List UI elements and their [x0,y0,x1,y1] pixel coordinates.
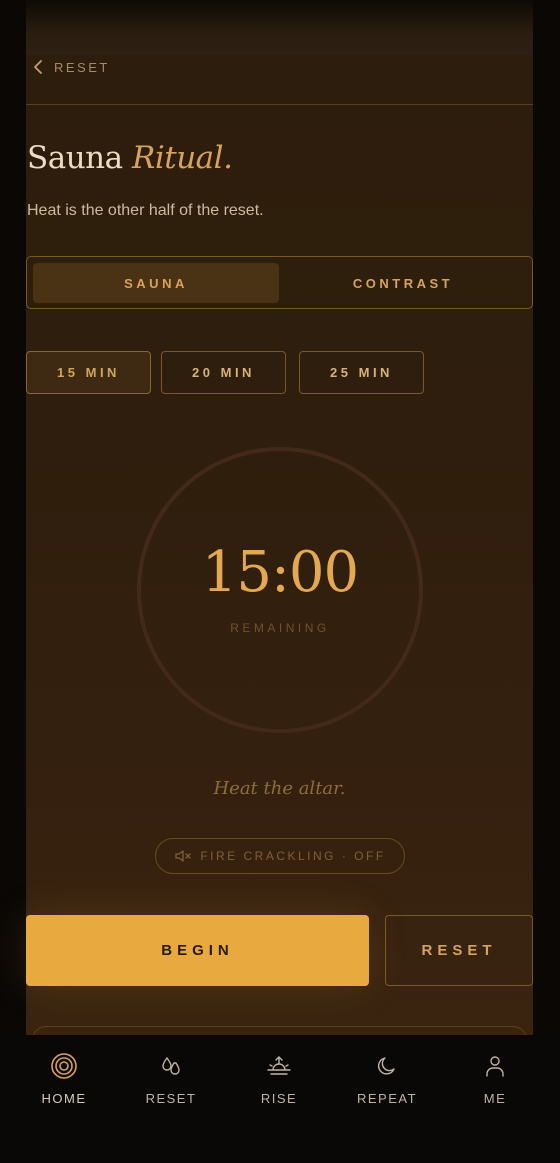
back-label: RESET [54,59,110,75]
person-icon [480,1051,510,1081]
timer-value: 15:00 [201,540,359,605]
mode-toggle: SAUNA CONTRAST [26,256,533,309]
moon-icon [372,1051,402,1081]
timer-label: REMAINING [230,621,330,635]
nav-item-me[interactable]: ME [450,1051,540,1106]
session-prompt: Heat the altar. [213,778,346,799]
concentric-circles-icon [49,1051,79,1081]
duration-15-button[interactable]: 15 MIN [26,351,151,394]
mode-option-contrast[interactable]: CONTRAST [280,263,526,303]
chevron-left-icon [34,60,42,74]
nav-item-repeat[interactable]: REPEAT [342,1051,432,1106]
nav-label-home: HOME [41,1091,87,1106]
right-gutter [533,0,560,1163]
back-button[interactable]: RESET [32,58,110,76]
sound-toggle[interactable]: FIRE CRACKLING · OFF [155,838,405,874]
nav-item-home[interactable]: HOME [19,1051,109,1106]
sunrise-icon [264,1051,294,1081]
title-accent: Ritual. [132,140,233,176]
reset-button[interactable]: RESET [385,915,533,986]
page-title: Sauna Ritual. [27,140,233,176]
nav-item-rise[interactable]: RISE [234,1051,324,1106]
nav-label-repeat: REPEAT [356,1091,418,1106]
duration-20-button[interactable]: 20 MIN [161,351,286,394]
bottom-nav: HOME RESET RISE REPEAT ME [0,1035,560,1163]
sound-label: FIRE CRACKLING · OFF [200,849,386,863]
duration-25-button[interactable]: 25 MIN [299,351,424,394]
page-subtitle: Heat is the other half of the reset. [27,202,264,219]
left-gutter [0,0,26,1163]
nav-label-reset: RESET [145,1091,197,1106]
mode-option-sauna[interactable]: SAUNA [33,263,279,303]
title-plain: Sauna [27,140,123,176]
nav-label-me: ME [483,1091,507,1106]
nav-item-reset[interactable]: RESET [126,1051,216,1106]
water-drops-icon [156,1051,186,1081]
begin-button[interactable]: BEGIN [26,915,369,986]
status-bar-area [0,0,560,55]
speaker-muted-icon [175,850,191,862]
nav-label-rise: RISE [260,1091,298,1106]
header-divider [26,104,533,105]
